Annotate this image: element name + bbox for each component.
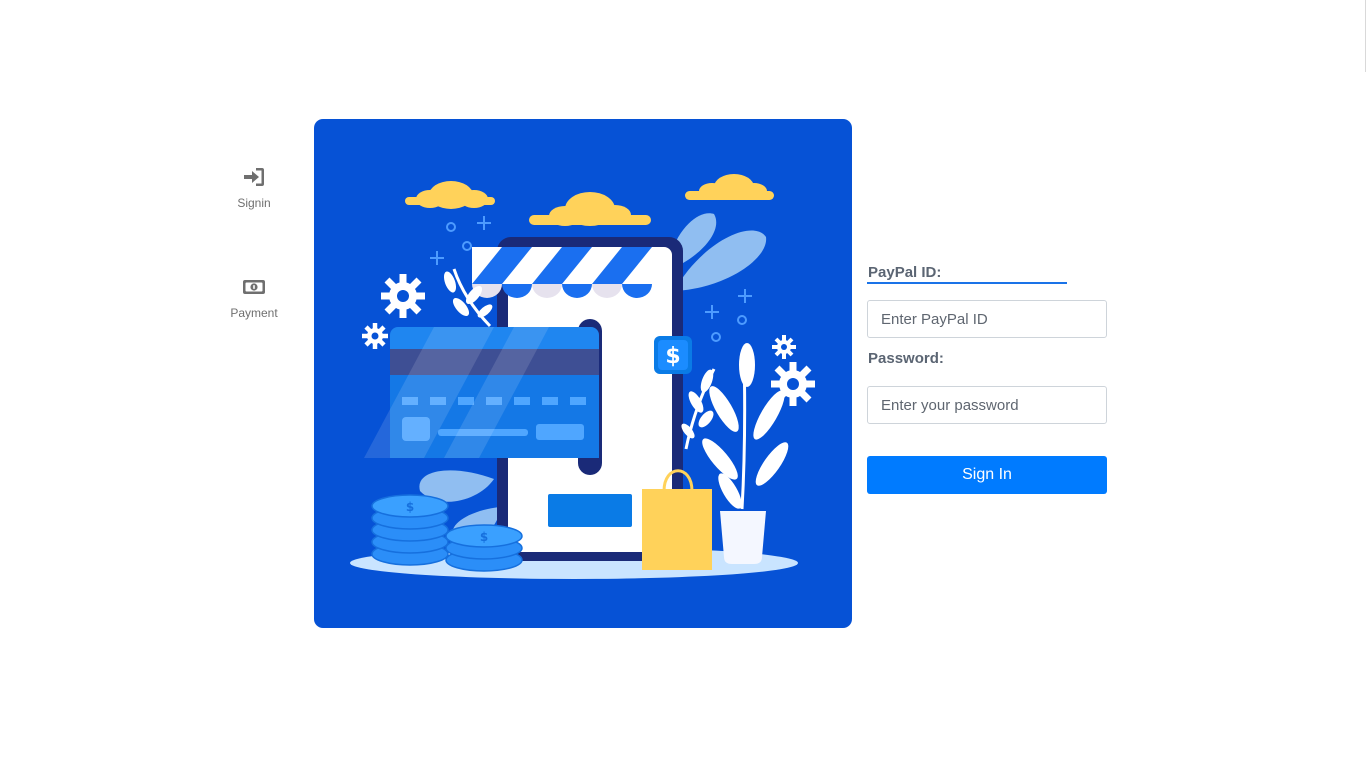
money-bill-icon xyxy=(243,280,265,294)
paypal-id-input[interactable] xyxy=(867,300,1107,338)
svg-text:$: $ xyxy=(480,530,488,544)
nav-label-signin: Signin xyxy=(237,196,271,210)
branch-icon xyxy=(681,368,716,450)
password-label: Password: xyxy=(868,350,944,367)
nav-item-payment[interactable]: Payment xyxy=(214,276,294,336)
svg-text:$: $ xyxy=(665,344,680,369)
cloud-icon xyxy=(405,181,495,209)
paypal-id-label: PayPal ID: xyxy=(868,264,942,281)
svg-text:$: $ xyxy=(406,500,414,514)
password-input[interactable] xyxy=(867,386,1107,424)
label-underline xyxy=(867,282,1067,284)
page: Signin Payment $ $ $ PayPal ID: Enter Pa… xyxy=(0,0,1366,768)
gear-icon xyxy=(362,323,388,349)
credit-card-icon xyxy=(364,327,599,458)
gear-icon xyxy=(381,274,425,318)
cloud-icon xyxy=(529,192,651,226)
online-shop-illustration: $ $ $ xyxy=(350,174,815,579)
cloud-icon xyxy=(685,174,774,200)
sign-in-button[interactable]: Sign In xyxy=(867,456,1107,494)
nav-item-signin[interactable]: Signin xyxy=(214,166,294,226)
nav-label-payment: Payment xyxy=(230,306,278,320)
gear-icon xyxy=(772,335,796,359)
hero-illustration: $ $ $ xyxy=(314,119,852,628)
sign-in-icon xyxy=(244,168,264,186)
dollar-badge-icon: $ xyxy=(654,336,692,374)
